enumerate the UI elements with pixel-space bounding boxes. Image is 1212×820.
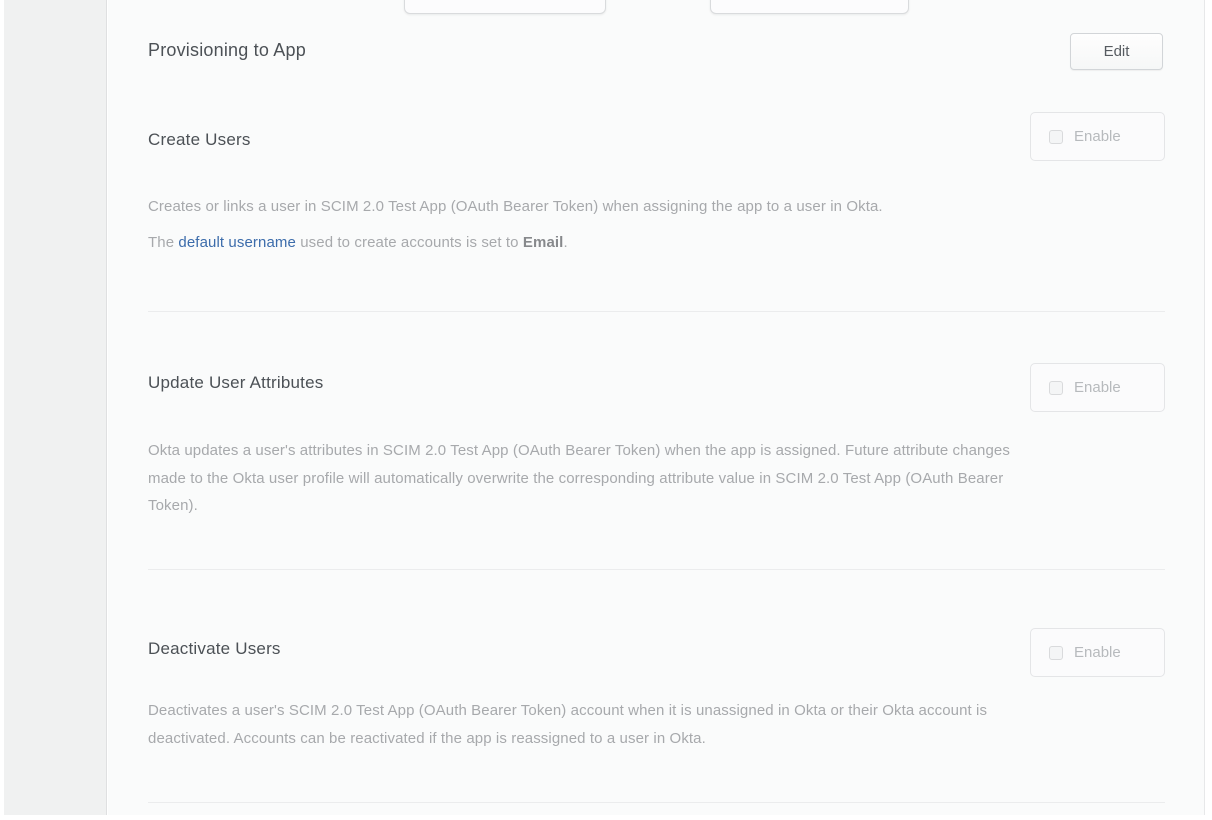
create-users-description: Creates or links a user in SCIM 2.0 Test… <box>148 196 883 217</box>
note-prefix: The <box>148 234 178 251</box>
enable-toggle-deactivate-users[interactable]: Enable <box>1030 628 1165 677</box>
update-user-attributes-description: Okta updates a user's attributes in SCIM… <box>148 437 1010 520</box>
note-middle: used to create accounts is set to <box>296 234 523 251</box>
note-email-value: Email <box>523 234 564 251</box>
note-suffix: . <box>563 234 567 251</box>
section-title-update-user-attributes: Update User Attributes <box>148 373 323 393</box>
page-title: Provisioning to App <box>148 40 306 61</box>
cropped-field-left[interactable] <box>404 0 606 14</box>
edit-button[interactable]: Edit <box>1070 33 1163 70</box>
enable-checkbox[interactable] <box>1049 130 1063 144</box>
section-title-deactivate-users: Deactivate Users <box>148 639 281 659</box>
enable-toggle-label: Enable <box>1074 379 1121 396</box>
app-frame: Provisioning to App Edit Create Users En… <box>0 0 1212 820</box>
default-username-link[interactable]: default username <box>178 234 296 251</box>
cropped-field-right[interactable] <box>710 0 909 14</box>
section-divider <box>148 569 1165 570</box>
section-divider <box>148 802 1165 803</box>
section-divider <box>148 311 1165 312</box>
create-users-username-note: The default username used to create acco… <box>148 232 568 253</box>
left-sidebar <box>4 0 107 815</box>
enable-toggle-label: Enable <box>1074 128 1121 145</box>
enable-toggle-update-user-attributes[interactable]: Enable <box>1030 363 1165 412</box>
enable-toggle-label: Enable <box>1074 644 1121 661</box>
section-title-create-users: Create Users <box>148 130 251 150</box>
enable-checkbox[interactable] <box>1049 381 1063 395</box>
enable-toggle-create-users[interactable]: Enable <box>1030 112 1165 161</box>
deactivate-users-description: Deactivates a user's SCIM 2.0 Test App (… <box>148 697 987 753</box>
enable-checkbox[interactable] <box>1049 646 1063 660</box>
